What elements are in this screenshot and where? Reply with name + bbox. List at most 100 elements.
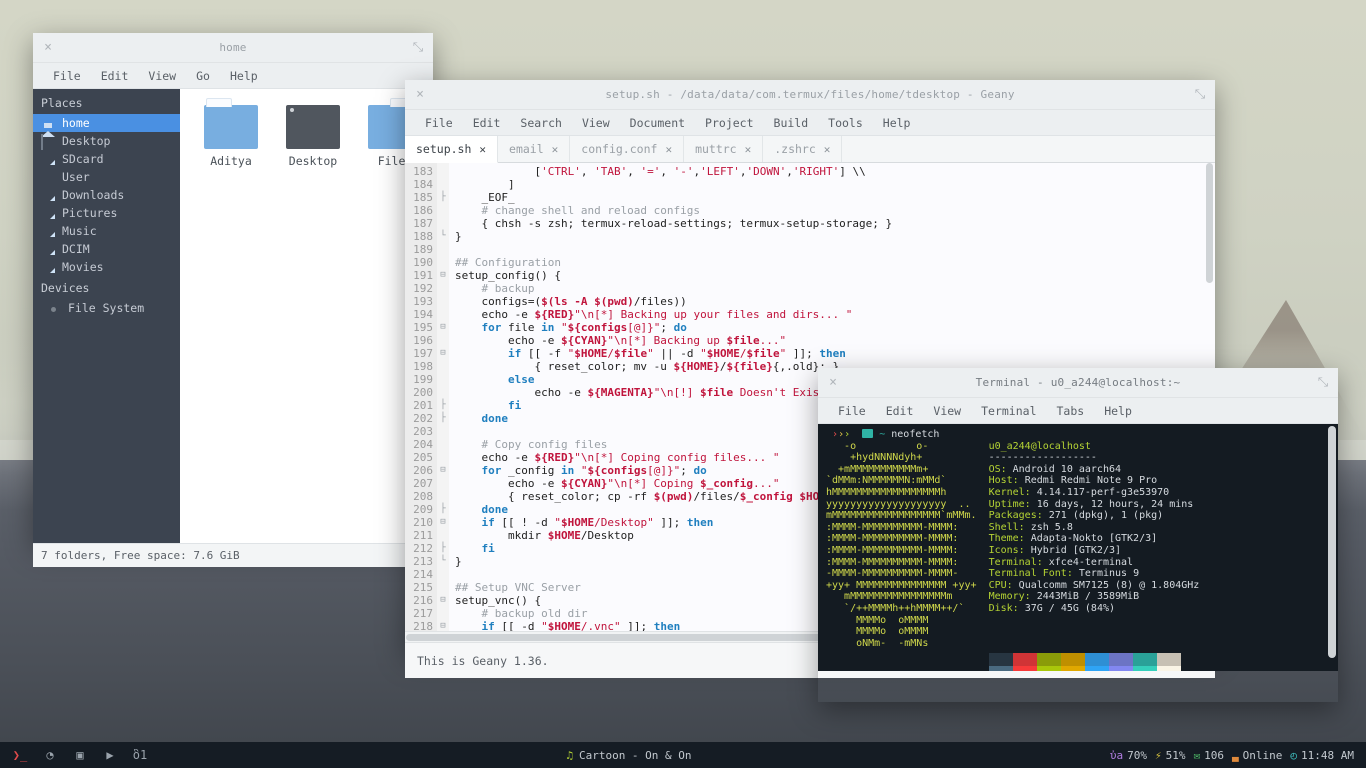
- terminal-menu-view[interactable]: View: [923, 404, 971, 418]
- file-item-aditya[interactable]: Aditya: [202, 98, 260, 168]
- file-manager-titlebar[interactable]: × home ⤡: [33, 33, 433, 63]
- fold-marker[interactable]: [437, 165, 449, 178]
- cat-launcher[interactable]: ὃ1: [132, 747, 148, 763]
- fold-marker[interactable]: [437, 607, 449, 620]
- fold-marker[interactable]: [437, 178, 449, 191]
- maximize-icon[interactable]: ⤡: [1185, 80, 1215, 110]
- file-icon-grid[interactable]: Aditya Desktop Files: [180, 98, 433, 168]
- fold-marker[interactable]: ⊟: [437, 620, 449, 631]
- terminal-menubar[interactable]: File Edit View Terminal Tabs Help: [818, 398, 1338, 424]
- tab-setup-sh[interactable]: setup.sh ✕: [405, 136, 499, 163]
- fold-marker[interactable]: └: [437, 230, 449, 243]
- terminal-launcher[interactable]: ❯_: [12, 747, 28, 763]
- geany-menu-document[interactable]: Document: [620, 116, 695, 130]
- fold-marker[interactable]: [437, 477, 449, 490]
- geany-menu-help[interactable]: Help: [873, 116, 921, 130]
- terminal-titlebar[interactable]: × Terminal - u0_a244@localhost:~ ⤡: [818, 368, 1338, 398]
- maximize-icon[interactable]: ⤡: [403, 33, 433, 63]
- fold-marker[interactable]: ├: [437, 399, 449, 412]
- sidebar-item-desktop[interactable]: Desktop: [33, 132, 180, 150]
- fold-marker[interactable]: ├: [437, 412, 449, 425]
- fold-marker[interactable]: [437, 451, 449, 464]
- geany-menu-search[interactable]: Search: [510, 116, 572, 130]
- terminal-menu-file[interactable]: File: [828, 404, 876, 418]
- fold-marker[interactable]: [437, 386, 449, 399]
- fold-marker[interactable]: ├: [437, 191, 449, 204]
- geany-menu-build[interactable]: Build: [764, 116, 819, 130]
- fold-marker[interactable]: [437, 334, 449, 347]
- fold-marker[interactable]: ⊟: [437, 321, 449, 334]
- fold-marker[interactable]: [437, 217, 449, 230]
- geany-menu-file[interactable]: File: [415, 116, 463, 130]
- file-manager-menu-file[interactable]: File: [43, 69, 91, 83]
- tray-volume[interactable]: ὐa 70%: [1110, 749, 1147, 762]
- close-icon[interactable]: ✕: [824, 143, 831, 156]
- terminal-body[interactable]: ››› ~ neofetch -o o- u0_a244@localhost +…: [818, 424, 1338, 671]
- fold-marker[interactable]: [437, 308, 449, 321]
- fold-marker[interactable]: [437, 243, 449, 256]
- fold-marker[interactable]: [437, 360, 449, 373]
- fold-marker[interactable]: [437, 256, 449, 269]
- terminal-scrollbar[interactable]: [1326, 424, 1338, 671]
- sidebar-item-pictures[interactable]: Pictures: [33, 204, 180, 222]
- sidebar-device-file-system[interactable]: File System: [33, 299, 180, 317]
- files-launcher[interactable]: ▣: [72, 747, 88, 763]
- fold-marker[interactable]: [437, 581, 449, 594]
- media-launcher[interactable]: ▶: [102, 747, 118, 763]
- fold-marker[interactable]: ⊟: [437, 269, 449, 282]
- geany-menu-edit[interactable]: Edit: [463, 116, 511, 130]
- terminal-output[interactable]: ››› ~ neofetch -o o- u0_a244@localhost +…: [818, 424, 1326, 671]
- fold-marker[interactable]: ⊟: [437, 594, 449, 607]
- geany-menu-tools[interactable]: Tools: [818, 116, 873, 130]
- file-manager-content[interactable]: Aditya Desktop Files: [180, 89, 433, 543]
- fold-marker[interactable]: [437, 282, 449, 295]
- taskbar-launchers[interactable]: ❯_ ◔ ▣ ▶ ὃ1: [0, 747, 148, 763]
- fold-marker[interactable]: ├: [437, 503, 449, 516]
- fold-marker[interactable]: [437, 425, 449, 438]
- fold-marker[interactable]: ⊟: [437, 347, 449, 360]
- sidebar-item-dcim[interactable]: DCIM: [33, 240, 180, 258]
- tray-mail[interactable]: ✉ 106: [1194, 749, 1225, 762]
- file-manager-menubar[interactable]: File Edit View Go Help: [33, 63, 433, 89]
- close-icon[interactable]: ×: [405, 80, 435, 110]
- tab-email[interactable]: email ✕: [498, 136, 571, 162]
- terminal-window[interactable]: × Terminal - u0_a244@localhost:~ ⤡ File E…: [818, 368, 1338, 702]
- sidebar-item-downloads[interactable]: Downloads: [33, 186, 180, 204]
- tray-battery[interactable]: ⚡ 51%: [1155, 749, 1186, 762]
- code-fold-margin[interactable]: ├ └ ⊟ ⊟ ⊟ ├├ ⊟ ├⊟ ├└ ⊟ ⊟ ├: [437, 163, 449, 631]
- fold-marker[interactable]: [437, 529, 449, 542]
- geany-menubar[interactable]: File Edit Search View Document Project Build To…: [405, 110, 1215, 136]
- file-manager-menu-view[interactable]: View: [138, 69, 186, 83]
- fold-marker[interactable]: [437, 438, 449, 451]
- tab--zshrc[interactable]: .zshrc ✕: [763, 136, 843, 162]
- sidebar-item-user[interactable]: User: [33, 168, 180, 186]
- geany-tabbar[interactable]: setup.sh ✕ email ✕ config.conf ✕ muttrc ✕ .zshrc…: [405, 136, 1215, 163]
- file-manager-window[interactable]: × home ⤡ File Edit View Go Help Places home D…: [33, 33, 433, 567]
- tray-clock[interactable]: ◴ 11:48 AM: [1290, 749, 1354, 762]
- fold-marker[interactable]: ⊟: [437, 464, 449, 477]
- terminal-menu-help[interactable]: Help: [1094, 404, 1142, 418]
- sidebar-item-sdcard[interactable]: SDcard: [33, 150, 180, 168]
- fold-marker[interactable]: ├: [437, 542, 449, 555]
- tab-config-conf[interactable]: config.conf ✕: [570, 136, 685, 162]
- close-icon[interactable]: ✕: [552, 143, 559, 156]
- close-icon[interactable]: ✕: [745, 143, 752, 156]
- file-manager-menu-go[interactable]: Go: [186, 69, 220, 83]
- file-manager-sidebar[interactable]: Places home Desktop SDcard User Downloads Pic…: [33, 89, 180, 543]
- file-manager-menu-edit[interactable]: Edit: [91, 69, 139, 83]
- terminal-menu-tabs[interactable]: Tabs: [1047, 404, 1095, 418]
- close-icon[interactable]: ×: [818, 368, 848, 398]
- fold-marker[interactable]: └: [437, 555, 449, 568]
- fold-marker[interactable]: [437, 490, 449, 503]
- sidebar-item-music[interactable]: Music: [33, 222, 180, 240]
- system-tray[interactable]: ὐa 70% ⚡ 51% ✉ 106 ▃ Online ◴ 11:48 AM: [1110, 749, 1366, 762]
- sidebar-places-list[interactable]: home Desktop SDcard User Downloads Pictures Mu…: [33, 114, 180, 276]
- fold-marker[interactable]: [437, 373, 449, 386]
- tab-muttrc[interactable]: muttrc ✕: [684, 136, 764, 162]
- geany-menu-project[interactable]: Project: [695, 116, 763, 130]
- file-item-desktop[interactable]: Desktop: [284, 105, 342, 168]
- sidebar-item-home[interactable]: home: [33, 114, 180, 137]
- fold-marker[interactable]: [437, 568, 449, 581]
- browser-launcher[interactable]: ◔: [42, 747, 58, 763]
- taskbar[interactable]: ❯_ ◔ ▣ ▶ ὃ1 ♫ Cartoon - On & On ὐa 70% ⚡ 51% ✉ 10…: [0, 742, 1366, 768]
